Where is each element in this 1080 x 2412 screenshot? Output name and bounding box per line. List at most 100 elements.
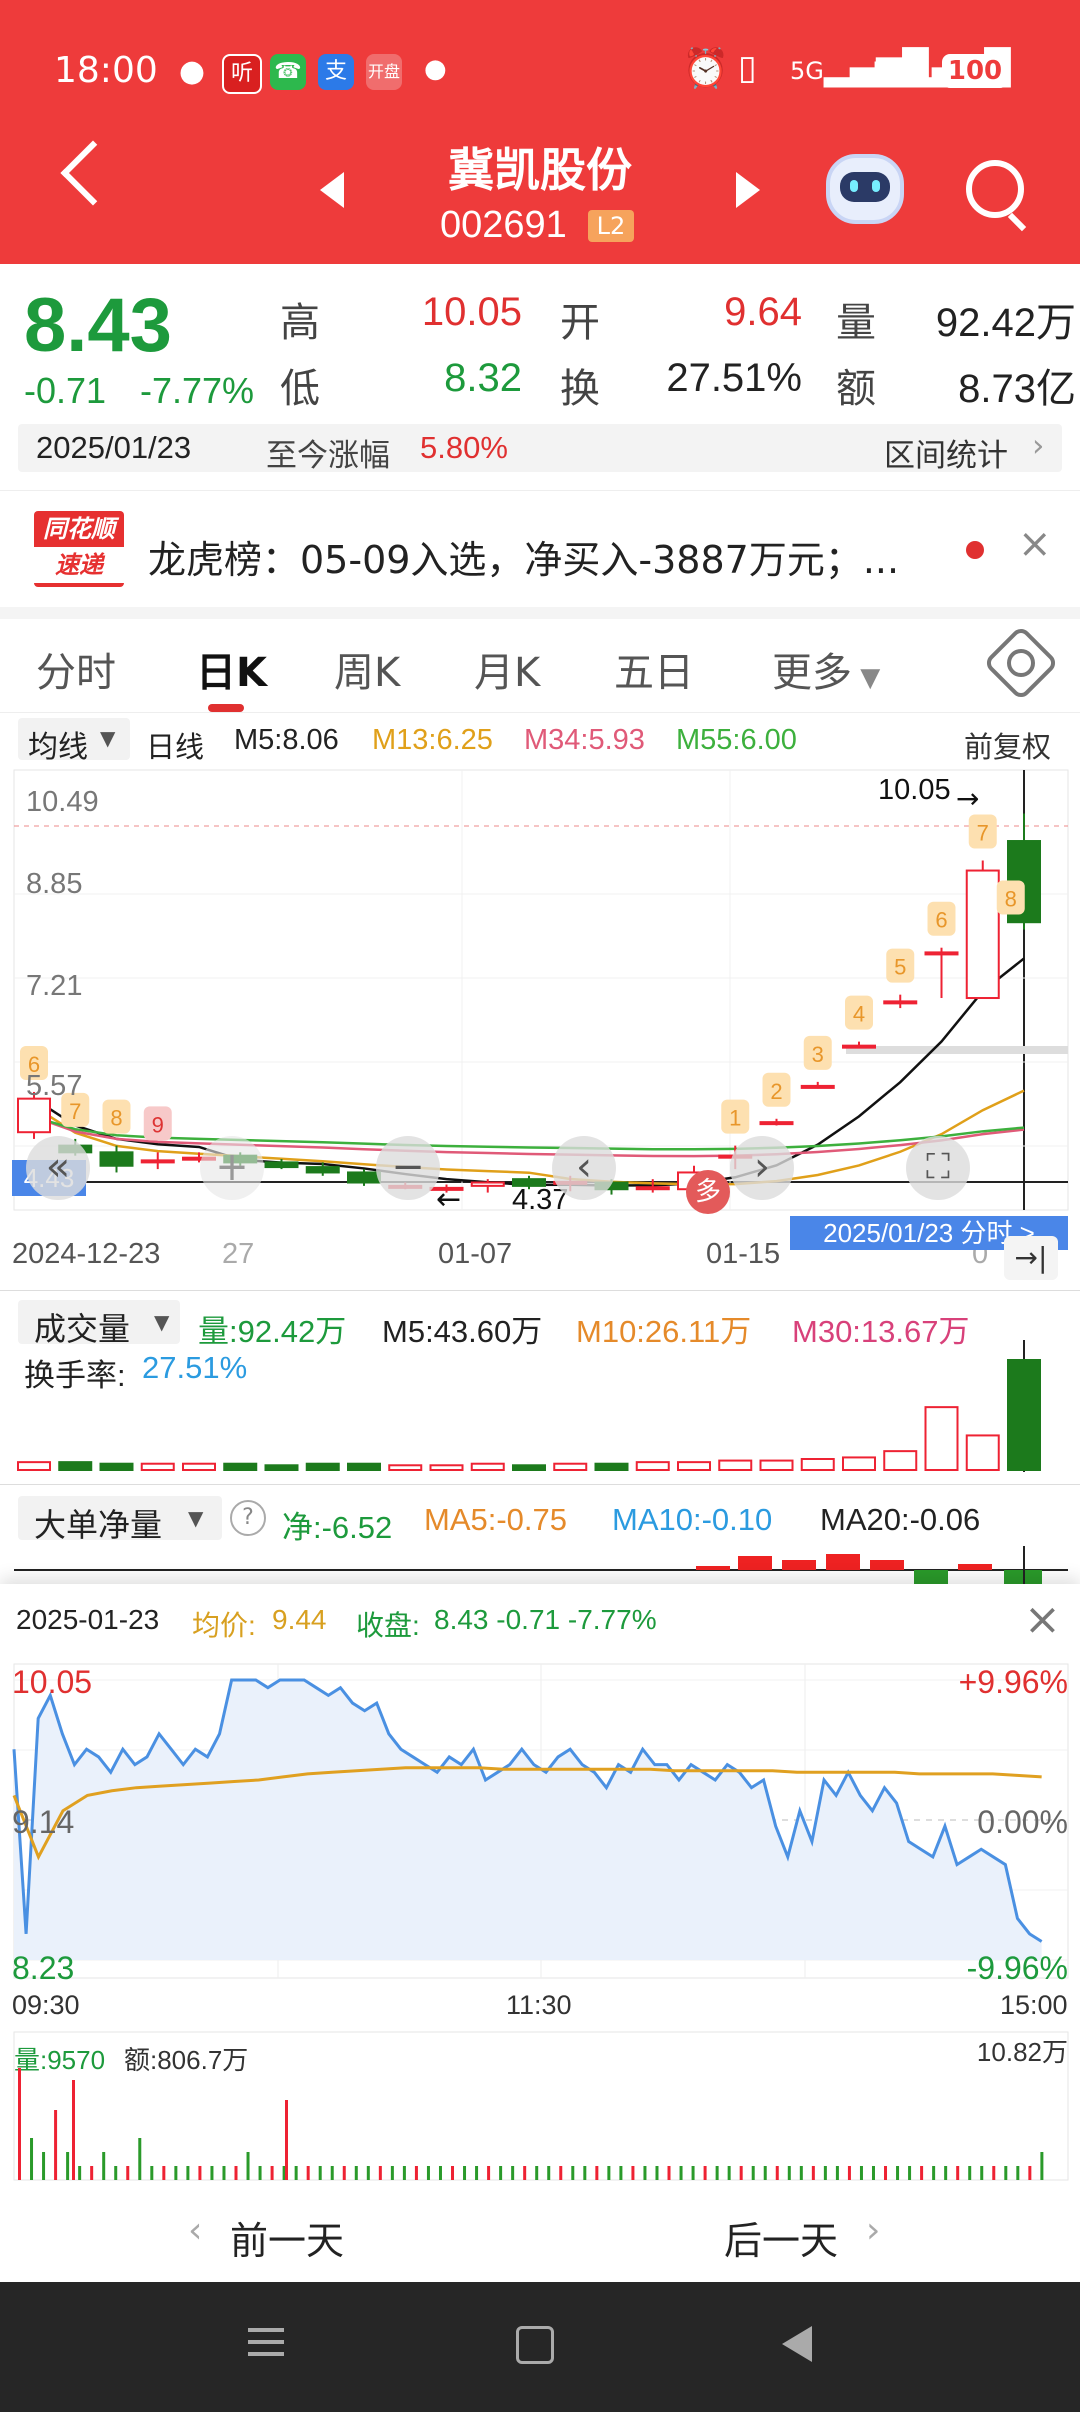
turnover-value: 27.51% bbox=[666, 356, 802, 400]
zoom-out-button[interactable]: − bbox=[376, 1136, 440, 1200]
counter-badge-text: 6 bbox=[935, 908, 947, 933]
pan-left-button[interactable]: ‹ bbox=[552, 1136, 616, 1200]
intraday-volume-bar bbox=[920, 2166, 924, 2180]
volume-bar bbox=[99, 1462, 134, 1472]
intraday-volume-bar bbox=[354, 2166, 358, 2180]
wechat-icon: ● bbox=[178, 54, 206, 89]
tab-intraday[interactable]: 分时 bbox=[36, 640, 116, 698]
intraday-volume-bar bbox=[835, 2166, 839, 2180]
rewind-button[interactable]: « bbox=[26, 1136, 90, 1200]
kline-candle bbox=[140, 1159, 175, 1164]
intraday-volume-bar bbox=[992, 2166, 996, 2180]
signal-duo-badge[interactable]: 多 bbox=[686, 1170, 730, 1214]
kline-candle bbox=[470, 1181, 505, 1187]
bigorder-bar bbox=[738, 1556, 772, 1570]
intraday-volume-bar bbox=[715, 2166, 719, 2180]
zoom-in-button[interactable]: + bbox=[200, 1136, 264, 1200]
intraday-volume-bar bbox=[198, 2166, 202, 2180]
listen-app-icon: 听 bbox=[222, 54, 262, 94]
counter-badge-text: 2 bbox=[770, 1079, 782, 1104]
intraday-volume-bar bbox=[811, 2166, 815, 2180]
phone-app-icon: ☎ bbox=[270, 54, 306, 90]
battery-icon: 100 bbox=[942, 54, 1008, 88]
intraday-volume-bar bbox=[763, 2166, 767, 2180]
tab-daily-k[interactable]: 日K bbox=[196, 640, 267, 698]
intraday-volume-bar bbox=[884, 2166, 888, 2180]
next-day-button[interactable]: 后一天 bbox=[724, 2210, 838, 2265]
intraday-volume-bar bbox=[703, 2166, 707, 2180]
bigorder-indicator-select[interactable]: 大单净量 ▼ bbox=[18, 1496, 222, 1544]
tab-weekly-k[interactable]: 周K bbox=[334, 640, 400, 698]
intraday-volume-bar bbox=[414, 2166, 418, 2180]
ma-select[interactable]: 均线 ▼ bbox=[18, 718, 130, 765]
interval-stats-button[interactable]: 区间统计 bbox=[884, 430, 1008, 475]
tab-more[interactable]: 更多 ▼ bbox=[772, 640, 880, 698]
intraday-close-label: 收盘: bbox=[356, 1610, 420, 1641]
ths-logo: 同花顺 速递 bbox=[34, 511, 124, 587]
adjust-mode[interactable]: 前复权 bbox=[964, 724, 1051, 766]
intraday-volume-bar bbox=[234, 2166, 238, 2180]
intraday-volume-bar bbox=[944, 2166, 948, 2180]
robot-assistant-icon[interactable] bbox=[826, 154, 904, 224]
back-icon[interactable] bbox=[782, 2326, 812, 2362]
intraday-volume-bar bbox=[138, 2138, 142, 2180]
pan-right-button[interactable]: › bbox=[730, 1136, 794, 1200]
intraday-volume-bar bbox=[896, 2166, 900, 2180]
intraday-volume-bar bbox=[571, 2166, 575, 2180]
app-header: 18:00 ● 听 ☎ 支 开盘 ● ⏰ ▯ 5G▂▄▆█ 5G▂▄▆█ 100… bbox=[0, 0, 1080, 264]
tab-monthly-k[interactable]: 月K bbox=[474, 640, 540, 698]
bigorder-bar bbox=[696, 1566, 730, 1570]
intraday-volume-bar bbox=[871, 2166, 875, 2180]
volume-bars bbox=[17, 1359, 1041, 1472]
high-value: 10.05 bbox=[421, 290, 522, 334]
day-nav-bar: ‹ 前一天 后一天 › bbox=[0, 2182, 1080, 2282]
tab-five-day[interactable]: 五日 bbox=[614, 640, 694, 698]
intraday-y-top: 10.05 bbox=[12, 1664, 93, 1700]
counter-badge-text: 7 bbox=[977, 820, 989, 845]
home-icon[interactable] bbox=[516, 2326, 554, 2364]
search-icon[interactable] bbox=[966, 160, 1024, 218]
intraday-volume-bar bbox=[823, 2166, 827, 2180]
intraday-volume-bar bbox=[318, 2166, 322, 2180]
bigorder-net: 净:-6.52 bbox=[282, 1510, 393, 1545]
alipay-icon: 支 bbox=[318, 54, 354, 90]
news-banner[interactable]: 同花顺 速递 龙虎榜：05-09入选，净买入-3887万元；... × bbox=[0, 490, 1080, 619]
kline-y-tick-0: 10.49 bbox=[26, 786, 99, 818]
level2-badge: L2 bbox=[588, 210, 634, 242]
counter-badge-text: 8 bbox=[1005, 887, 1017, 912]
stock-name: 冀凯股份 bbox=[448, 143, 632, 197]
since-value: 5.80% bbox=[420, 430, 508, 465]
scroll-to-end-icon[interactable]: →| bbox=[1004, 1236, 1058, 1280]
kline-y-tick-2: 7.21 bbox=[26, 970, 83, 1002]
intraday-avg-value: 9.44 bbox=[272, 1604, 327, 1635]
volume-bar bbox=[429, 1464, 464, 1471]
volume-bar bbox=[1007, 1359, 1041, 1471]
help-icon[interactable]: ? bbox=[230, 1500, 266, 1536]
intraday-volume-bar bbox=[72, 2080, 75, 2180]
intraday-volume-bar bbox=[463, 2166, 467, 2180]
amount-label: 额 bbox=[836, 366, 876, 412]
volume-bar bbox=[883, 1450, 918, 1472]
intraday-chart[interactable] bbox=[0, 1660, 1080, 1980]
intraday-volume-bar bbox=[631, 2166, 635, 2180]
next-stock-icon[interactable] bbox=[736, 172, 760, 208]
interval-bar[interactable]: 2025/01/23 至今涨幅 5.80% 区间统计 › bbox=[18, 424, 1062, 475]
system-nav-bar bbox=[0, 2282, 1080, 2412]
intraday-volume-bar bbox=[607, 2166, 611, 2180]
fullscreen-button[interactable]: ⛶ bbox=[906, 1136, 970, 1200]
search-icon-handle bbox=[1007, 212, 1027, 232]
turnover-label: 换 bbox=[560, 366, 600, 412]
recents-icon[interactable] bbox=[248, 2328, 284, 2332]
intraday-volume-bar bbox=[90, 2166, 94, 2180]
close-icon[interactable]: × bbox=[1018, 521, 1052, 567]
bigorder-bar bbox=[826, 1554, 860, 1570]
volume-indicator-select[interactable]: 成交量 ▼ bbox=[18, 1300, 180, 1348]
kline-y-tick-1: 8.85 bbox=[26, 868, 83, 900]
intraday-volume-bar bbox=[932, 2166, 936, 2180]
dropdown-arrow-icon: ▼ bbox=[154, 1310, 170, 1334]
intraday-volume-bar bbox=[222, 2166, 226, 2180]
intraday-volume-bar bbox=[330, 2166, 334, 2180]
close-popup-icon[interactable]: × bbox=[1024, 1594, 1061, 1645]
volume-bar bbox=[924, 1406, 959, 1472]
prev-day-button[interactable]: 前一天 bbox=[230, 2210, 344, 2265]
